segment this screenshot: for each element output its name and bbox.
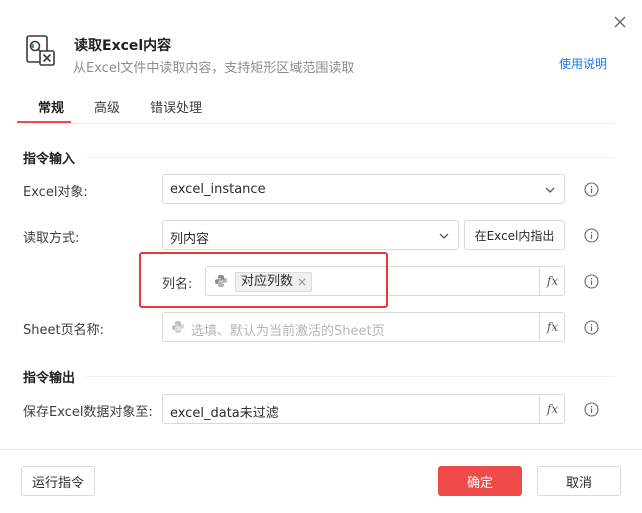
dialog-subtitle: 从Excel文件中读取内容，支持矩形区域范围读取 bbox=[73, 61, 355, 76]
confirm-button[interactable]: 确定 bbox=[438, 466, 522, 496]
excel-read-icon bbox=[26, 35, 55, 66]
sheet-name-input[interactable]: 选填、默认为当前激活的Sheet页 fx bbox=[162, 312, 565, 342]
save-to-label: 保存Excel数据对象至: bbox=[23, 405, 153, 420]
tab-advanced[interactable]: 高级 bbox=[94, 97, 120, 116]
read-mode-select[interactable]: 列内容 bbox=[162, 220, 459, 250]
section-divider bbox=[86, 376, 615, 377]
info-icon[interactable] bbox=[584, 228, 599, 243]
chevron-down-icon bbox=[439, 233, 449, 239]
section-title-output: 指令输出 bbox=[23, 371, 76, 386]
excel-object-value: excel_instance bbox=[170, 182, 266, 197]
read-mode-label: 读取方式: bbox=[23, 231, 80, 246]
fx-button[interactable]: fx bbox=[539, 312, 565, 342]
cancel-button[interactable]: 取消 bbox=[537, 466, 621, 496]
save-to-input[interactable]: excel_data未过滤 fx bbox=[162, 394, 565, 424]
excel-object-select[interactable]: excel_instance bbox=[162, 174, 565, 204]
tab-general[interactable]: 常规 bbox=[38, 97, 64, 116]
tab-error-handling[interactable]: 错误处理 bbox=[150, 97, 202, 116]
close-icon[interactable] bbox=[610, 12, 630, 32]
info-icon[interactable] bbox=[584, 182, 599, 197]
info-icon[interactable] bbox=[584, 402, 599, 417]
info-icon[interactable] bbox=[584, 320, 599, 335]
read-mode-value: 列内容 bbox=[170, 232, 210, 247]
run-command-button[interactable]: 运行指令 bbox=[21, 466, 95, 496]
tabs-divider bbox=[22, 123, 615, 124]
close-button[interactable] bbox=[610, 12, 630, 32]
help-link[interactable]: 使用说明 bbox=[559, 55, 607, 72]
footer-divider bbox=[0, 449, 642, 450]
highlight-annotation bbox=[139, 252, 388, 308]
section-divider bbox=[86, 157, 615, 158]
fx-button[interactable]: fx bbox=[539, 266, 565, 296]
sheet-name-label: Sheet页名称: bbox=[23, 323, 104, 338]
excel-object-label: Excel对象: bbox=[23, 185, 88, 200]
save-to-value: excel_data未过滤 bbox=[170, 406, 279, 421]
point-in-excel-button[interactable]: 在Excel内指出 bbox=[464, 220, 565, 250]
fx-button[interactable]: fx bbox=[539, 394, 565, 424]
sheet-name-placeholder: 选填、默认为当前激活的Sheet页 bbox=[191, 324, 385, 339]
chevron-down-icon bbox=[545, 187, 555, 193]
section-title-input: 指令输入 bbox=[23, 152, 76, 167]
dialog: 读取Excel内容 从Excel文件中读取内容，支持矩形区域范围读取 使用说明 … bbox=[0, 0, 642, 513]
dialog-title: 读取Excel内容 bbox=[74, 38, 172, 54]
info-icon[interactable] bbox=[584, 274, 599, 289]
python-icon bbox=[172, 321, 184, 333]
